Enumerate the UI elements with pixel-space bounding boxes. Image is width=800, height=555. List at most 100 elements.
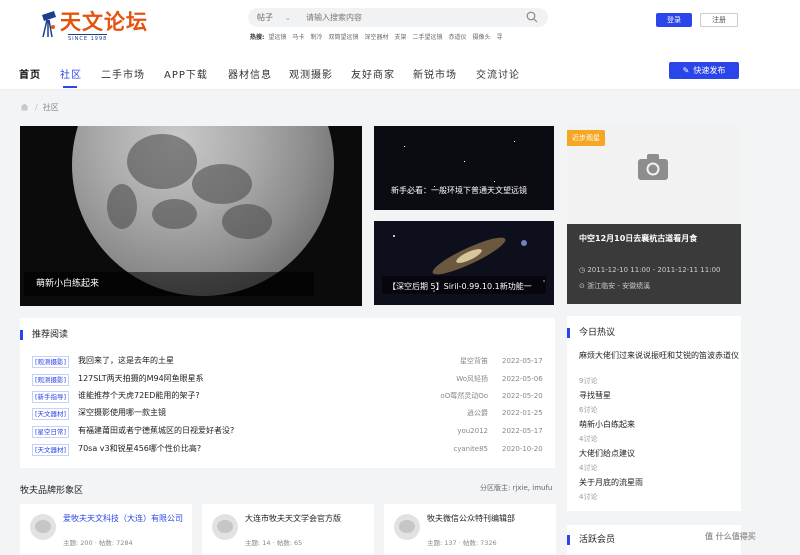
post-author[interactable]: 逍公爵 bbox=[408, 406, 488, 420]
nav-partners[interactable]: 友好商家 bbox=[351, 66, 395, 81]
location-pin-icon: ⊙ bbox=[579, 282, 588, 290]
hot-topic-count: 4讨论 bbox=[579, 464, 598, 472]
active-members-title: 活跃会员 bbox=[567, 535, 615, 545]
brand-name[interactable]: 爱牧夫天文科技（大连）有限公司 bbox=[63, 514, 183, 524]
event-location-text: 浙江临安 - 安徽绩溪 bbox=[587, 282, 651, 290]
list-item[interactable]: [观测摄影] 我回来了，这是去年的土星 星空背笛 2022-05-17 bbox=[32, 354, 556, 368]
hot-topic-title[interactable]: 寻找彗星 bbox=[579, 390, 739, 402]
event-time-text: 2011-12-10 11:00 - 2011-12-11 11:00 bbox=[587, 266, 721, 274]
watermark: 值 什么值得买 bbox=[705, 532, 756, 541]
nav-community[interactable]: 社区 bbox=[60, 66, 82, 81]
hot-search-term[interactable]: 制冷 bbox=[310, 34, 322, 41]
moon-image bbox=[72, 126, 334, 296]
hot-topic-count: 4讨论 bbox=[579, 493, 598, 501]
hot-search-term[interactable]: 马卡 bbox=[292, 34, 304, 41]
hero-card-deepsky[interactable]: 【深空后期 5】Siril-0.99.10.1新功能一 bbox=[374, 221, 554, 305]
category-tag[interactable]: [新手指导] bbox=[32, 391, 70, 403]
hot-topic-title[interactable]: 麻烦大佬们过来说说振旺和艾锐的笛波赤道仪 bbox=[579, 350, 739, 362]
post-title[interactable]: 我回来了，这是去年的土星 bbox=[78, 354, 174, 368]
brand-stats: 主题: 200 · 帖数: 7284 bbox=[63, 539, 133, 547]
logo-since: SINCE 1998 bbox=[68, 34, 108, 42]
category-tag[interactable]: [观测摄影] bbox=[32, 374, 70, 386]
login-button[interactable]: 登录 bbox=[656, 13, 692, 27]
post-author[interactable]: cyanite85 bbox=[408, 442, 488, 456]
brand-section-title: 牧夫品牌形象区 bbox=[20, 486, 84, 496]
post-title[interactable]: 深空摄影使用哪一款主镜 bbox=[78, 406, 166, 420]
nav-equipment[interactable]: 器材信息 bbox=[228, 66, 272, 81]
list-item[interactable]: [星空日常] 有福建莆田或者宁德蕉城区的日视爱好者没? you2012 2022… bbox=[32, 424, 556, 438]
event-info: 中空12月10日去襄杭古道看月食 ◷ 2011-12-10 11:00 - 20… bbox=[567, 224, 741, 304]
telescope-logo-icon bbox=[42, 11, 56, 38]
category-tag[interactable]: [天文器材] bbox=[32, 408, 70, 420]
today-hot-panel: 今日热议 麻烦大佬们过来说说振旺和艾锐的笛波赤道仪 9讨论 寻找彗星 6讨论 萌… bbox=[567, 316, 741, 511]
search-input[interactable]: 请输入搜索内容 bbox=[306, 12, 362, 23]
brand-name[interactable]: 牧夫微信公众特刊编辑部 bbox=[427, 514, 547, 524]
hot-search-term[interactable]: 赤道仪 bbox=[449, 34, 467, 41]
brand-section-moderators[interactable]: 分区版主: rjxie, imufu bbox=[480, 483, 552, 493]
post-date: 2022-01-25 bbox=[502, 409, 543, 417]
register-button[interactable]: 注册 bbox=[700, 13, 738, 27]
list-item[interactable]: [天文器材] 70sa v3和锐星456哪个性价比高? cyanite85 20… bbox=[32, 442, 556, 456]
home-icon[interactable] bbox=[20, 103, 29, 111]
top-header: 天文论坛 SINCE 1998 帖子 ⌄ 请输入搜索内容 热搜: 望远镜 马卡 制冷 双筒… bbox=[0, 0, 800, 56]
brand-name[interactable]: 大连市牧夫天文学会官方版 bbox=[245, 514, 365, 524]
list-item[interactable]: [新手指导] 谁能推荐个天虎72ED能用的架子? oO莓然灵动Oo 2022-0… bbox=[32, 389, 556, 403]
quick-publish-button[interactable]: ✎ 快速发布 bbox=[669, 62, 739, 79]
hot-search: 热搜: 望远镜 马卡 制冷 双筒望远镜 深空器材 支架 二手望远镜 赤道仪 摄像头寻 bbox=[250, 32, 550, 42]
hot-topic-title[interactable]: 关于月底的流星雨 bbox=[579, 477, 739, 489]
event-card[interactable]: 近步观星 中空12月10日去襄杭古道看月食 ◷ 2011-12-10 11:00… bbox=[567, 126, 741, 304]
event-location: ⊙ 浙江临安 - 安徽绩溪 bbox=[579, 281, 650, 291]
list-item[interactable]: [观测摄影] 127SLT两天拍摄的M94阿鱼眼星系 Wo风轻扬 2022-05… bbox=[32, 372, 556, 386]
hero-main-caption[interactable]: 萌新小白练起来 bbox=[24, 272, 314, 296]
hot-search-term[interactable]: 深空器材 bbox=[364, 34, 388, 41]
chevron-down-icon: ⌄ bbox=[285, 14, 291, 22]
site-logo[interactable]: 天文论坛 SINCE 1998 bbox=[38, 9, 148, 43]
pen-icon: ✎ bbox=[682, 66, 690, 75]
post-author[interactable]: you2012 bbox=[408, 424, 488, 438]
search-bar[interactable]: 帖子 ⌄ 请输入搜索内容 bbox=[248, 8, 548, 27]
category-tag[interactable]: [天文器材] bbox=[32, 444, 70, 456]
search-type-label: 帖子 bbox=[257, 13, 273, 22]
chat-bubble-icon bbox=[394, 514, 420, 540]
list-item[interactable]: [天文器材] 深空摄影使用哪一款主镜 逍公爵 2022-01-25 bbox=[32, 406, 556, 420]
hot-topic-count: 9讨论 bbox=[579, 377, 598, 385]
nav-new-market[interactable]: 新锐市场 bbox=[413, 66, 457, 81]
hot-search-term[interactable]: 望远镜 bbox=[268, 34, 286, 41]
brand-card[interactable]: 牧夫微信公众特刊编辑部 主题: 137 · 帖数: 7326 bbox=[384, 504, 556, 555]
post-title[interactable]: 有福建莆田或者宁德蕉城区的日视爱好者没? bbox=[78, 424, 234, 438]
category-tag[interactable]: [观测摄影] bbox=[32, 356, 70, 368]
hot-search-term[interactable]: 摄像头 bbox=[473, 34, 491, 41]
hot-topic-title[interactable]: 大佬们给点建议 bbox=[579, 448, 739, 460]
breadcrumb-separator: / bbox=[35, 103, 38, 112]
hot-search-term[interactable]: 二手望远镜 bbox=[413, 34, 443, 41]
post-title[interactable]: 70sa v3和锐星456哪个性价比高? bbox=[78, 442, 201, 456]
post-author[interactable]: 星空背笛 bbox=[408, 354, 488, 368]
search-type-select[interactable]: 帖子 ⌄ bbox=[257, 12, 291, 23]
nav-discussion[interactable]: 交流讨论 bbox=[476, 66, 520, 81]
nav-astrophotography[interactable]: 观测摄影 bbox=[289, 66, 333, 81]
hero-card-beginner[interactable]: 新手必看：一般环境下普通天文望远镜 bbox=[374, 126, 554, 210]
camera-icon bbox=[638, 154, 668, 180]
nav-app-download[interactable]: APP下载 bbox=[164, 66, 208, 81]
post-author[interactable]: oO莓然灵动Oo bbox=[408, 389, 488, 403]
category-tag[interactable]: [星空日常] bbox=[32, 426, 70, 438]
brand-stats: 主题: 14 · 帖数: 65 bbox=[245, 539, 303, 547]
event-time: ◷ 2011-12-10 11:00 - 2011-12-11 11:00 bbox=[579, 266, 720, 274]
post-title[interactable]: 127SLT两天拍摄的M94阿鱼眼星系 bbox=[78, 372, 204, 386]
hot-topic-title[interactable]: 萌新小白练起来 bbox=[579, 419, 739, 431]
hot-search-term[interactable]: 支架 bbox=[394, 34, 406, 41]
post-date: 2020-10-20 bbox=[502, 445, 543, 453]
hero-card-deepsky-caption: 【深空后期 5】Siril-0.99.10.1新功能一 bbox=[388, 282, 532, 291]
hot-search-term[interactable]: 双筒望远镜 bbox=[328, 34, 358, 41]
brand-card[interactable]: 爱牧夫天文科技（大连）有限公司 主题: 200 · 帖数: 7284 bbox=[20, 504, 192, 555]
post-title[interactable]: 谁能推荐个天虎72ED能用的架子? bbox=[78, 389, 200, 403]
hot-search-term[interactable]: 寻 bbox=[497, 34, 503, 41]
search-icon[interactable] bbox=[526, 11, 538, 23]
brand-card[interactable]: 大连市牧夫天文学会官方版 主题: 14 · 帖数: 65 bbox=[202, 504, 374, 555]
breadcrumb-current[interactable]: 社区 bbox=[43, 103, 59, 112]
event-title[interactable]: 中空12月10日去襄杭古道看月食 bbox=[579, 233, 697, 244]
nav-home[interactable]: 首页 bbox=[19, 66, 41, 81]
post-date: 2022-05-17 bbox=[502, 357, 543, 365]
nav-secondhand[interactable]: 二手市场 bbox=[101, 66, 145, 81]
post-author[interactable]: Wo风轻扬 bbox=[408, 372, 488, 386]
